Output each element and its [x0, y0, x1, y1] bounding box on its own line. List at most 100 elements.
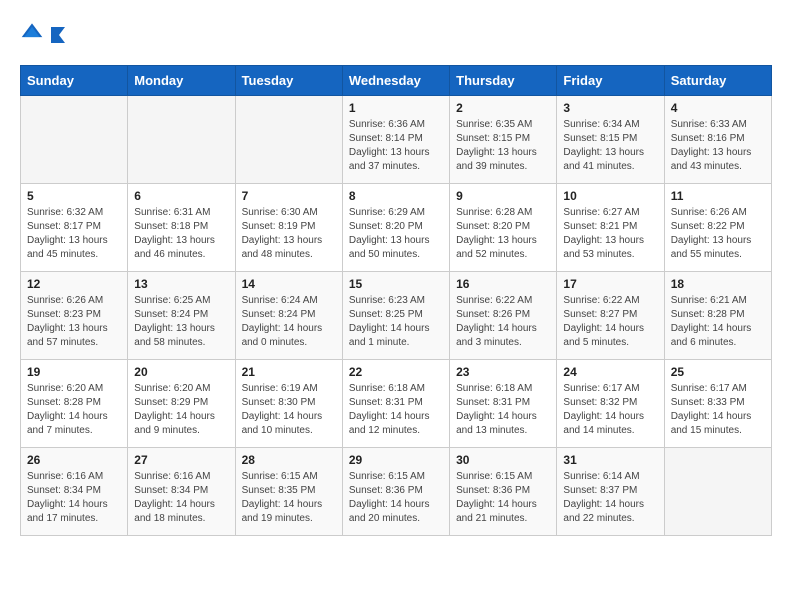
day-info: Sunrise: 6:30 AM Sunset: 8:19 PM Dayligh…: [242, 206, 336, 262]
day-number: 13: [134, 277, 228, 291]
calendar-cell: 28 Sunrise: 6:15 AM Sunset: 8:35 PM Dayli…: [235, 448, 342, 536]
calendar-cell: [235, 96, 342, 184]
day-number: 10: [563, 189, 657, 203]
calendar-cell: [128, 96, 235, 184]
day-info: Sunrise: 6:22 AM Sunset: 8:27 PM Dayligh…: [563, 294, 657, 350]
day-number: 28: [242, 453, 336, 467]
day-header-monday: Monday: [128, 66, 235, 96]
calendar-cell: 9 Sunrise: 6:28 AM Sunset: 8:20 PM Daylig…: [450, 184, 557, 272]
day-info: Sunrise: 6:28 AM Sunset: 8:20 PM Dayligh…: [456, 206, 550, 262]
day-info: Sunrise: 6:14 AM Sunset: 8:37 PM Dayligh…: [563, 470, 657, 526]
day-info: Sunrise: 6:23 AM Sunset: 8:25 PM Dayligh…: [349, 294, 443, 350]
calendar-week-row: 5 Sunrise: 6:32 AM Sunset: 8:17 PM Daylig…: [21, 184, 772, 272]
day-info: Sunrise: 6:20 AM Sunset: 8:29 PM Dayligh…: [134, 382, 228, 438]
calendar-cell: 15 Sunrise: 6:23 AM Sunset: 8:25 PM Dayli…: [342, 272, 449, 360]
calendar-cell: 24 Sunrise: 6:17 AM Sunset: 8:32 PM Dayli…: [557, 360, 664, 448]
day-info: Sunrise: 6:24 AM Sunset: 8:24 PM Dayligh…: [242, 294, 336, 350]
day-info: Sunrise: 6:26 AM Sunset: 8:22 PM Dayligh…: [671, 206, 765, 262]
day-info: Sunrise: 6:32 AM Sunset: 8:17 PM Dayligh…: [27, 206, 121, 262]
day-info: Sunrise: 6:20 AM Sunset: 8:28 PM Dayligh…: [27, 382, 121, 438]
day-header-wednesday: Wednesday: [342, 66, 449, 96]
day-number: 3: [563, 101, 657, 115]
day-number: 5: [27, 189, 121, 203]
calendar-cell: 4 Sunrise: 6:33 AM Sunset: 8:16 PM Daylig…: [664, 96, 771, 184]
day-info: Sunrise: 6:33 AM Sunset: 8:16 PM Dayligh…: [671, 118, 765, 174]
calendar-cell: 16 Sunrise: 6:22 AM Sunset: 8:26 PM Dayli…: [450, 272, 557, 360]
day-info: Sunrise: 6:35 AM Sunset: 8:15 PM Dayligh…: [456, 118, 550, 174]
day-info: Sunrise: 6:21 AM Sunset: 8:28 PM Dayligh…: [671, 294, 765, 350]
calendar-cell: 29 Sunrise: 6:15 AM Sunset: 8:36 PM Dayli…: [342, 448, 449, 536]
day-number: 24: [563, 365, 657, 379]
calendar-cell: 3Sunrise: 6:34 AM Sunset: 8:15 PM Daylig…: [557, 96, 664, 184]
day-info: Sunrise: 6:15 AM Sunset: 8:35 PM Dayligh…: [242, 470, 336, 526]
calendar-cell: 12Sunrise: 6:26 AM Sunset: 8:23 PM Dayli…: [21, 272, 128, 360]
calendar-cell: 20Sunrise: 6:20 AM Sunset: 8:29 PM Dayli…: [128, 360, 235, 448]
calendar-cell: 14 Sunrise: 6:24 AM Sunset: 8:24 PM Dayli…: [235, 272, 342, 360]
day-header-thursday: Thursday: [450, 66, 557, 96]
day-number: 27: [134, 453, 228, 467]
calendar-cell: 17 Sunrise: 6:22 AM Sunset: 8:27 PM Dayli…: [557, 272, 664, 360]
day-number: 17: [563, 277, 657, 291]
day-info: Sunrise: 6:15 AM Sunset: 8:36 PM Dayligh…: [456, 470, 550, 526]
calendar-cell: 8 Sunrise: 6:29 AM Sunset: 8:20 PM Daylig…: [342, 184, 449, 272]
day-number: 15: [349, 277, 443, 291]
day-info: Sunrise: 6:16 AM Sunset: 8:34 PM Dayligh…: [134, 470, 228, 526]
day-number: 30: [456, 453, 550, 467]
day-info: Sunrise: 6:29 AM Sunset: 8:20 PM Dayligh…: [349, 206, 443, 262]
calendar-cell: 22 Sunrise: 6:18 AM Sunset: 8:31 PM Dayli…: [342, 360, 449, 448]
day-number: 11: [671, 189, 765, 203]
day-number: 9: [456, 189, 550, 203]
day-info: Sunrise: 6:17 AM Sunset: 8:32 PM Dayligh…: [563, 382, 657, 438]
day-info: Sunrise: 6:26 AM Sunset: 8:23 PM Dayligh…: [27, 294, 121, 350]
calendar-week-row: 26Sunrise: 6:16 AM Sunset: 8:34 PM Dayli…: [21, 448, 772, 536]
calendar-cell: 13Sunrise: 6:25 AM Sunset: 8:24 PM Dayli…: [128, 272, 235, 360]
page-header: [20, 20, 772, 49]
logo-icon: [20, 20, 44, 44]
calendar-header-row: SundayMondayTuesdayWednesdayThursdayFrid…: [21, 66, 772, 96]
day-number: 2: [456, 101, 550, 115]
calendar-cell: 23 Sunrise: 6:18 AM Sunset: 8:31 PM Dayli…: [450, 360, 557, 448]
calendar-cell: 19 Sunrise: 6:20 AM Sunset: 8:28 PM Dayli…: [21, 360, 128, 448]
day-info: Sunrise: 6:15 AM Sunset: 8:36 PM Dayligh…: [349, 470, 443, 526]
day-number: 18: [671, 277, 765, 291]
calendar-cell: 7Sunrise: 6:30 AM Sunset: 8:19 PM Daylig…: [235, 184, 342, 272]
day-number: 23: [456, 365, 550, 379]
calendar-week-row: 1Sunrise: 6:36 AM Sunset: 8:14 PM Daylig…: [21, 96, 772, 184]
day-info: Sunrise: 6:18 AM Sunset: 8:31 PM Dayligh…: [456, 382, 550, 438]
day-number: 4: [671, 101, 765, 115]
calendar-cell: 30 Sunrise: 6:15 AM Sunset: 8:36 PM Dayli…: [450, 448, 557, 536]
day-header-friday: Friday: [557, 66, 664, 96]
day-info: Sunrise: 6:27 AM Sunset: 8:21 PM Dayligh…: [563, 206, 657, 262]
day-number: 22: [349, 365, 443, 379]
day-number: 1: [349, 101, 443, 115]
calendar-cell: [664, 448, 771, 536]
day-info: Sunrise: 6:22 AM Sunset: 8:26 PM Dayligh…: [456, 294, 550, 350]
day-number: 8: [349, 189, 443, 203]
day-header-sunday: Sunday: [21, 66, 128, 96]
calendar-cell: 31Sunrise: 6:14 AM Sunset: 8:37 PM Dayli…: [557, 448, 664, 536]
day-number: 14: [242, 277, 336, 291]
day-header-tuesday: Tuesday: [235, 66, 342, 96]
day-info: Sunrise: 6:31 AM Sunset: 8:18 PM Dayligh…: [134, 206, 228, 262]
day-number: 25: [671, 365, 765, 379]
day-info: Sunrise: 6:16 AM Sunset: 8:34 PM Dayligh…: [27, 470, 121, 526]
logo-flag-icon: [49, 25, 67, 43]
day-info: Sunrise: 6:18 AM Sunset: 8:31 PM Dayligh…: [349, 382, 443, 438]
calendar-week-row: 12Sunrise: 6:26 AM Sunset: 8:23 PM Dayli…: [21, 272, 772, 360]
day-number: 29: [349, 453, 443, 467]
calendar-cell: 18 Sunrise: 6:21 AM Sunset: 8:28 PM Dayli…: [664, 272, 771, 360]
day-info: Sunrise: 6:17 AM Sunset: 8:33 PM Dayligh…: [671, 382, 765, 438]
day-number: 6: [134, 189, 228, 203]
day-number: 16: [456, 277, 550, 291]
calendar-cell: 11 Sunrise: 6:26 AM Sunset: 8:22 PM Dayli…: [664, 184, 771, 272]
calendar-cell: 2 Sunrise: 6:35 AM Sunset: 8:15 PM Daylig…: [450, 96, 557, 184]
calendar-cell: 21 Sunrise: 6:19 AM Sunset: 8:30 PM Dayli…: [235, 360, 342, 448]
day-info: Sunrise: 6:19 AM Sunset: 8:30 PM Dayligh…: [242, 382, 336, 438]
day-number: 19: [27, 365, 121, 379]
calendar-cell: 25 Sunrise: 6:17 AM Sunset: 8:33 PM Dayli…: [664, 360, 771, 448]
logo: [20, 20, 67, 49]
calendar-cell: [21, 96, 128, 184]
calendar-cell: 6 Sunrise: 6:31 AM Sunset: 8:18 PM Daylig…: [128, 184, 235, 272]
day-number: 21: [242, 365, 336, 379]
calendar-cell: 5 Sunrise: 6:32 AM Sunset: 8:17 PM Daylig…: [21, 184, 128, 272]
